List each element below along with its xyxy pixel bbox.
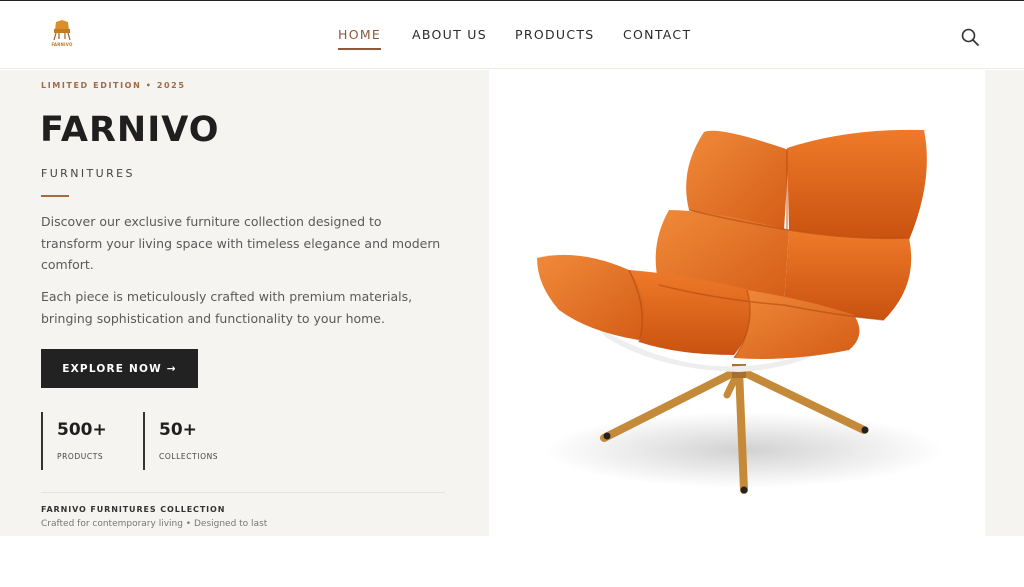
collection-tagline: Crafted for contemporary living • Design… [41,519,268,529]
stat-collections-value: 50+ [159,420,197,440]
hero-paragraph-2: Each piece is meticulously crafted with … [41,289,413,326]
hero-subtitle: FURNITURES [41,167,135,180]
explore-now-button[interactable]: EXPLORE NOW → [41,349,198,388]
nav-home[interactable]: HOME [338,27,382,50]
accent-divider [41,195,69,197]
stat-products-value: 500+ [57,420,107,440]
explore-now-label: EXPLORE NOW → [62,362,177,375]
nav-contact-label: CONTACT [623,27,692,42]
logo[interactable]: FARNIVO [48,18,76,50]
chair-logo-icon [53,20,71,41]
hero-edge-strip [985,70,1024,536]
nav-products[interactable]: PRODUCTS [515,27,595,42]
hero-brand-title: FARNIVO [40,110,220,150]
logo-text: FARNIVO [51,42,73,47]
nav-active-underline [338,48,381,50]
hero-eyebrow: LIMITED EDITION • 2025 [41,81,186,90]
hero-image-panel [489,70,985,536]
orange-lounge-chair-image [537,129,944,494]
collection-title: FARNIVO FURNITURES COLLECTION [41,505,226,514]
site-header: FARNIVO HOME ABOUT US PRODUCTS CONTACT [0,1,1024,69]
nav-products-label: PRODUCTS [515,27,595,42]
hero-paragraph-1: Discover our exclusive furniture collect… [41,214,441,272]
footer-divider [41,492,445,493]
nav-contact[interactable]: CONTACT [623,27,691,42]
nav-home-label: HOME [338,27,382,42]
stat-collections: 50+ COLLECTIONS [143,412,253,470]
stat-collections-label: COLLECTIONS [159,452,219,461]
nav-about-us[interactable]: ABOUT US [412,27,487,42]
nav-about-label: ABOUT US [412,27,487,42]
search-icon [961,28,979,46]
search-button[interactable] [960,27,980,47]
stat-products: 500+ PRODUCTS [41,412,143,470]
hero-text-panel: LIMITED EDITION • 2025 FARNIVO FURNITURE… [0,70,489,536]
stat-products-label: PRODUCTS [57,452,104,461]
